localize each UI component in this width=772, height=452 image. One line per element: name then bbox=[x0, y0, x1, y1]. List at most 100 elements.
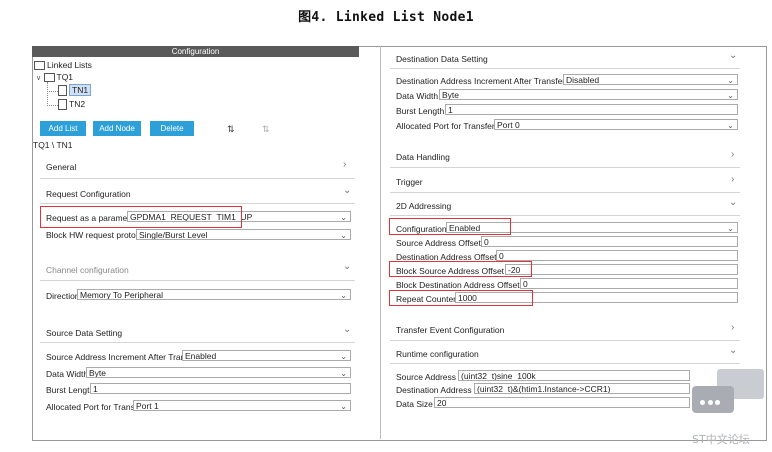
chevron-down-icon[interactable]: ⌄ bbox=[729, 345, 737, 356]
section-channel-configuration[interactable]: Channel configuration bbox=[46, 265, 129, 275]
chevron-right-icon[interactable]: › bbox=[731, 174, 734, 185]
chevron-down-icon: ⌄ bbox=[727, 91, 734, 100]
dst-offset-input[interactable]: 0 bbox=[496, 250, 738, 261]
data-size-label: Data Size bbox=[396, 399, 433, 409]
chevron-right-icon[interactable]: › bbox=[343, 159, 346, 170]
src-offset-label: Source Address Offset bbox=[396, 238, 481, 248]
divider bbox=[390, 192, 740, 193]
src-data-width-select[interactable]: Byte ⌄ bbox=[86, 367, 351, 378]
src-alloc-port-label: Allocated Port for Transfer bbox=[46, 402, 145, 412]
dst-data-width-label: Data Width bbox=[396, 91, 439, 101]
divider bbox=[390, 68, 740, 69]
section-data-handling[interactable]: Data Handling bbox=[396, 152, 450, 162]
section-runtime-configuration[interactable]: Runtime configuration bbox=[396, 349, 479, 359]
folder-icon bbox=[43, 73, 55, 83]
direction-select[interactable]: Memory To Peripheral ⌄ bbox=[77, 289, 351, 300]
source-address-value: (uint32_t)sine_100k bbox=[461, 371, 536, 381]
block-dst-offset-label: Block Destination Address Offset bbox=[396, 280, 520, 290]
src-data-width-label: Data Width bbox=[46, 369, 89, 379]
sort-down-up-icon[interactable]: ⇅ bbox=[262, 124, 270, 135]
src-offset-input[interactable]: 0 bbox=[481, 236, 738, 247]
figure-title: 图4. Linked List Node1 bbox=[298, 10, 474, 25]
block-hw-select[interactable]: Single/Burst Level ⌄ bbox=[136, 229, 351, 240]
block-hw-value: Single/Burst Level bbox=[139, 230, 208, 240]
tree-tq1-label: TQ1 bbox=[56, 72, 74, 82]
chevron-down-icon: ⌄ bbox=[340, 231, 347, 240]
dst-data-width-select[interactable]: Byte ⌄ bbox=[439, 89, 738, 100]
chevron-down-icon[interactable]: ⌄ bbox=[729, 197, 737, 208]
chevron-down-icon: ⌄ bbox=[340, 369, 347, 378]
destination-address-input[interactable]: (uint32_t)&(htim1.Instance->CCR1) bbox=[474, 383, 690, 394]
tree-tn1-label: TN1 bbox=[69, 84, 92, 96]
divider bbox=[40, 203, 355, 204]
tree-item-tq1[interactable]: ∨ TQ1 bbox=[36, 72, 74, 83]
dst-inc-value: Disabled bbox=[566, 75, 600, 85]
divider bbox=[40, 342, 355, 343]
chevron-down-icon[interactable]: ⌄ bbox=[343, 261, 351, 272]
dst-offset-value: 0 bbox=[499, 251, 504, 261]
chat-bubble-icon bbox=[692, 386, 734, 413]
direction-label: Direction bbox=[46, 291, 80, 301]
block-dst-offset-input[interactable]: 0 bbox=[520, 278, 738, 289]
chevron-down-icon: ⌄ bbox=[340, 402, 347, 411]
section-request-configuration[interactable]: Request Configuration bbox=[46, 189, 131, 199]
tree-item-tn1[interactable]: TN1 bbox=[58, 84, 92, 97]
block-dst-offset-value: 0 bbox=[523, 279, 528, 289]
section-2d-addressing[interactable]: 2D Addressing bbox=[396, 201, 451, 211]
dst-burst-length-value: 1 bbox=[448, 105, 453, 115]
file-icon bbox=[58, 85, 67, 97]
file-icon bbox=[58, 99, 67, 111]
src-inc-value: Enabled bbox=[185, 351, 217, 361]
panel-divider bbox=[380, 46, 381, 439]
section-trigger[interactable]: Trigger bbox=[396, 177, 423, 187]
section-destination-data-setting[interactable]: Destination Data Setting bbox=[396, 54, 488, 64]
divider bbox=[40, 178, 355, 179]
highlight-box bbox=[389, 218, 511, 235]
tree-item-tn2[interactable]: TN2 bbox=[58, 99, 86, 111]
highlight-box bbox=[40, 206, 242, 228]
dst-burst-length-label: Burst Length bbox=[396, 106, 445, 116]
src-burst-length-value: 1 bbox=[93, 384, 98, 394]
src-inc-select[interactable]: Enabled ⌄ bbox=[182, 350, 351, 361]
block-src-offset-input[interactable]: -20 bbox=[505, 264, 738, 275]
src-alloc-port-select[interactable]: Port 1 ⌄ bbox=[133, 400, 351, 411]
dst-alloc-port-select[interactable]: Port 0 ⌄ bbox=[494, 119, 738, 130]
section-general[interactable]: General bbox=[46, 162, 76, 172]
src-burst-length-input[interactable]: 1 bbox=[90, 383, 351, 394]
section-source-data-setting[interactable]: Source Data Setting bbox=[46, 328, 122, 338]
chevron-down-icon: ⌄ bbox=[727, 224, 734, 233]
chevron-down-icon[interactable]: ⌄ bbox=[343, 324, 351, 335]
dst-alloc-port-label: Allocated Port for Transfer bbox=[396, 121, 495, 131]
src-burst-length-label: Burst Length bbox=[46, 385, 95, 395]
configuration-header: Configuration bbox=[32, 46, 359, 57]
destination-address-label: Destination Address bbox=[396, 385, 472, 395]
add-node-button[interactable]: Add Node bbox=[93, 121, 141, 136]
data-size-value: 20 bbox=[437, 398, 447, 408]
chevron-down-icon[interactable]: ⌄ bbox=[729, 50, 737, 61]
folder-icon bbox=[34, 61, 45, 71]
tree-root-linked-lists[interactable]: Linked Lists bbox=[34, 60, 92, 71]
chevron-down-icon: ⌄ bbox=[340, 291, 347, 300]
section-transfer-event-configuration[interactable]: Transfer Event Configuration bbox=[396, 325, 504, 335]
sort-up-down-icon[interactable]: ⇅ bbox=[227, 124, 235, 135]
add-list-button[interactable]: Add List bbox=[40, 121, 86, 136]
tree-tn2-label: TN2 bbox=[69, 99, 86, 109]
chevron-down-icon: ⌄ bbox=[727, 121, 734, 130]
direction-value: Memory To Peripheral bbox=[80, 290, 163, 300]
chevron-down-icon: ∨ bbox=[36, 75, 42, 82]
tree-root-label: Linked Lists bbox=[47, 60, 92, 70]
source-address-input[interactable]: (uint32_t)sine_100k bbox=[458, 370, 690, 381]
dst-burst-length-input[interactable]: 1 bbox=[445, 104, 738, 115]
dst-inc-select[interactable]: Disabled ⌄ bbox=[563, 74, 738, 85]
node-path: TQ1 \ TN1 bbox=[33, 140, 73, 150]
data-size-input[interactable]: 20 bbox=[434, 397, 690, 408]
divider bbox=[390, 363, 740, 364]
chevron-right-icon[interactable]: › bbox=[731, 322, 734, 333]
highlight-box bbox=[389, 261, 532, 277]
delete-button[interactable]: Delete bbox=[150, 121, 194, 136]
chevron-down-icon: ⌄ bbox=[340, 213, 347, 222]
block-hw-label: Block HW request protocol bbox=[46, 230, 147, 240]
chevron-right-icon[interactable]: › bbox=[731, 149, 734, 160]
chevron-down-icon[interactable]: ⌄ bbox=[343, 185, 351, 196]
source-address-label: Source Address bbox=[396, 372, 457, 382]
